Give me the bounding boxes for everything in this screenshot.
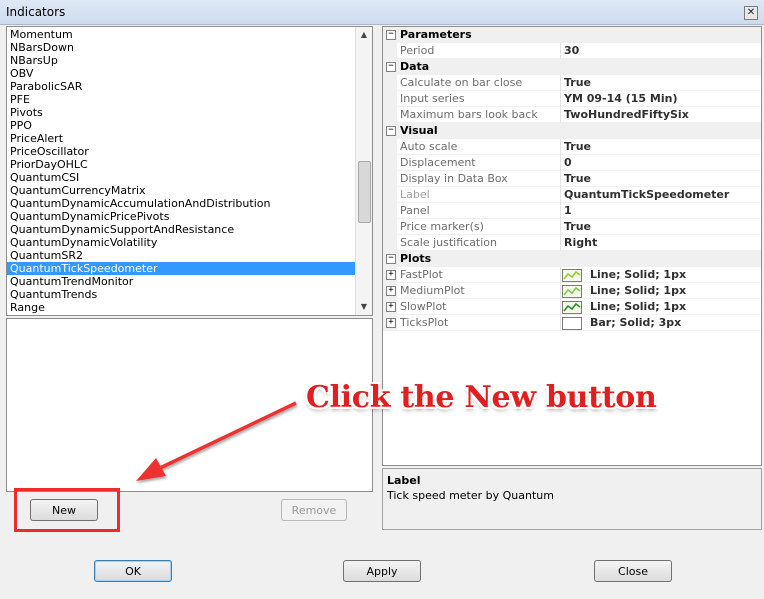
annotation-arrow-icon [136,401,297,481]
annotation-callout: Click the New button [306,380,657,415]
